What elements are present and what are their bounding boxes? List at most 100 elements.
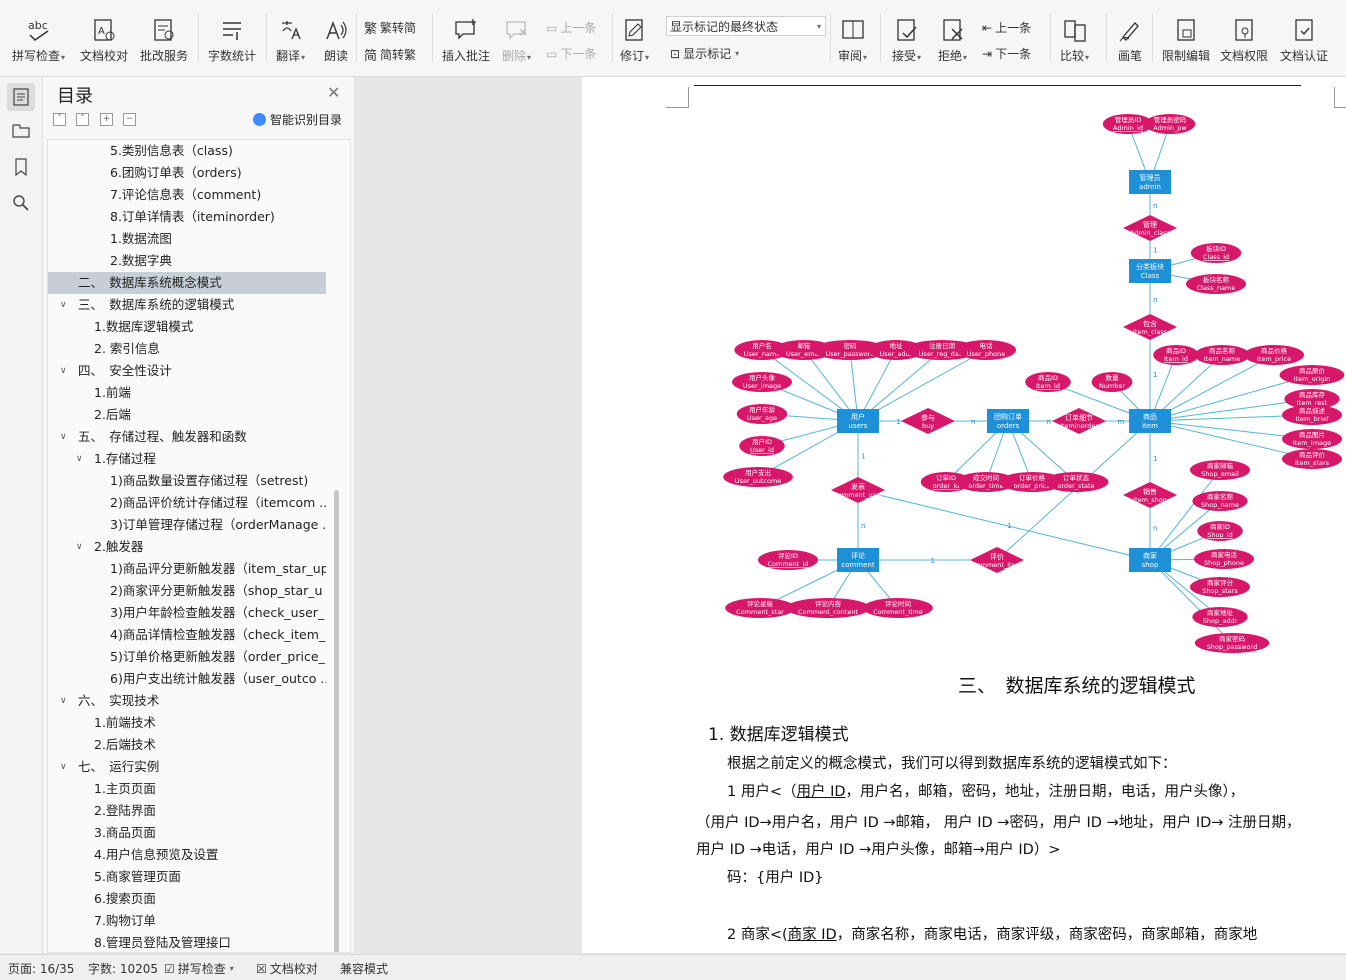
toc-item[interactable]: 3)订单管理存储过程（orderManage ...: [48, 514, 326, 536]
toc-item[interactable]: 2.后端技术: [48, 734, 326, 756]
next-change-button[interactable]: ⇥ 下一条: [982, 45, 1031, 62]
word-count-button[interactable]: 字数统计: [208, 16, 256, 64]
toc-item[interactable]: 2.登陆界面: [48, 800, 326, 822]
expand-arrow-icon[interactable]: ∨: [76, 448, 83, 470]
cardinality-label: 1: [1153, 247, 1157, 255]
prev-change-button[interactable]: ⇤ 上一条: [982, 19, 1031, 36]
expand-arrow-icon[interactable]: ∨: [60, 294, 67, 316]
toc-item[interactable]: ∨ 2.触发器: [48, 536, 326, 558]
toc-panel-icon[interactable]: [7, 83, 35, 111]
attribute-label: 评论星级: [747, 599, 774, 608]
restrict-edit-button[interactable]: 限制编辑: [1162, 16, 1210, 64]
status-doc-check[interactable]: ☒ 文档校对: [256, 960, 318, 977]
toc-list: 5.类别信息表（class) 6.团购订单表（orders) 7.评论信息表（com…: [47, 139, 351, 953]
toc-item[interactable]: ∨ 六、 实现技术: [48, 690, 326, 712]
toc-item[interactable]: 7.购物订单: [48, 910, 326, 932]
toc-item-label: 2.后端技术: [94, 737, 156, 752]
relationship-label: Iteminorder: [1060, 422, 1098, 430]
reject-button[interactable]: 拒绝▾: [938, 16, 967, 64]
doc-cert-button[interactable]: 文档认证: [1280, 16, 1328, 64]
toc-item[interactable]: 1.主页页面: [48, 778, 326, 800]
doc-check-button[interactable]: A 文档校对: [80, 16, 128, 64]
toc-item[interactable]: 1)商品评分更新触发器（item_star_up ...: [48, 558, 326, 580]
expand-up-icon[interactable]: ˄: [76, 113, 89, 126]
relationship-label: Admin_class: [1130, 229, 1171, 237]
toc-item[interactable]: 1.前端: [48, 382, 326, 404]
toc-item[interactable]: 8.订单详情表（iteminorder): [48, 206, 326, 228]
delete-comment-button[interactable]: 删除▾: [502, 16, 531, 64]
attribute-label: 商品评价: [1299, 450, 1326, 459]
prev-comment-button[interactable]: ▭ 上一条: [546, 19, 596, 36]
toc-item[interactable]: 2)商家评分更新触发器（shop_star_u ...: [48, 580, 326, 602]
toc-item[interactable]: 1.数据流图: [48, 228, 326, 250]
search-icon[interactable]: [7, 189, 35, 217]
toc-item[interactable]: ∨ 五、 存储过程、触发器和函数: [48, 426, 326, 448]
toc-item[interactable]: 1)商品数量设置存储过程（setrest): [48, 470, 326, 492]
batch-service-button[interactable]: 批改服务: [140, 16, 188, 64]
word-count-label: 字数统计: [208, 49, 257, 63]
toc-item[interactable]: 8.管理员登陆及管理接口: [48, 932, 326, 952]
add-entry-icon[interactable]: +: [100, 113, 113, 126]
toc-item[interactable]: 3.商品页面: [48, 822, 326, 844]
toc-item[interactable]: 6.搜索页面: [48, 888, 326, 910]
toc-item[interactable]: 2.数据字典: [48, 250, 326, 272]
toc-item[interactable]: ∨ 三、 数据库系统的逻辑模式: [48, 294, 326, 316]
show-markup-button[interactable]: ⊡ 显示标记 ▾: [670, 45, 739, 62]
read-aloud-icon: [322, 16, 350, 44]
simp-to-trad-button[interactable]: 简简转繁: [364, 45, 416, 64]
review-button[interactable]: 审阅▾: [838, 16, 867, 64]
revise-button[interactable]: 修订▾: [620, 16, 649, 64]
toc-item[interactable]: 1.数据库逻辑模式: [48, 316, 326, 338]
insert-comment-button[interactable]: 插入批注: [442, 16, 490, 64]
toc-item[interactable]: ∨ 1.存储过程: [48, 448, 326, 470]
word-count-indicator[interactable]: 字数: 10205: [88, 960, 158, 977]
toc-item-label: 2. 索引信息: [94, 341, 160, 356]
next-comment-button[interactable]: ▭ 下一条: [546, 45, 596, 62]
read-aloud-button[interactable]: 朗读: [322, 16, 350, 64]
navigation-icon[interactable]: [7, 117, 35, 145]
remove-entry-icon[interactable]: −: [123, 113, 136, 126]
status-spellcheck[interactable]: ☑ 拼写检查 ▾: [164, 960, 234, 977]
expand-arrow-icon[interactable]: ∨: [60, 426, 67, 448]
attribute-label: Shop_id: [1207, 531, 1233, 539]
toc-item[interactable]: 6.团购订单表（orders): [48, 162, 326, 184]
expand-arrow-icon[interactable]: ∨: [60, 360, 67, 382]
pen-button[interactable]: 画笔: [1116, 16, 1144, 64]
entity-label: 用户: [851, 412, 865, 421]
toc-item[interactable]: 5)订单价格更新触发器（order_price_ ...: [48, 646, 326, 668]
toc-item-label: 七、 运行实例: [78, 759, 160, 774]
expand-arrow-icon[interactable]: ∨: [76, 536, 83, 558]
toc-item[interactable]: ∨ 七、 运行实例: [48, 756, 326, 778]
expand-arrow-icon[interactable]: ∨: [60, 690, 67, 712]
doc-permission-button[interactable]: 文档权限: [1220, 16, 1268, 64]
toc-item[interactable]: ∨ 四、 安全性设计: [48, 360, 326, 382]
toc-item[interactable]: 2.后端: [48, 404, 326, 426]
toc-item[interactable]: 4)商品详情检查触发器（check_item_ ...: [48, 624, 326, 646]
spellcheck-button[interactable]: abc 拼写检查▾: [12, 16, 65, 64]
toc-item[interactable]: 2. 索引信息: [48, 338, 326, 360]
compare-button[interactable]: 比较▾: [1060, 16, 1089, 64]
toc-item[interactable]: 4.用户信息预览及设置: [48, 844, 326, 866]
cardinality-label: m: [1118, 418, 1125, 426]
toc-item-label: 五、 存储过程、触发器和函数: [78, 429, 247, 444]
trad-to-simp-button[interactable]: 繁繁转简: [364, 18, 416, 37]
toc-item[interactable]: 5.类别信息表（class): [48, 140, 326, 162]
expand-arrow-icon[interactable]: ∨: [60, 756, 67, 778]
toc-item[interactable]: 1.前端技术: [48, 712, 326, 734]
toc-item[interactable]: 6)用户支出统计触发器（user_outco ...: [48, 668, 326, 690]
accept-button[interactable]: 接受▾: [892, 16, 921, 64]
bookmark-icon[interactable]: [7, 153, 35, 181]
toc-scrollbar[interactable]: [334, 490, 339, 952]
toc-item[interactable]: 7.评论信息表（comment): [48, 184, 326, 206]
smart-toc-button[interactable]: 智能识别目录: [253, 111, 342, 128]
toc-item[interactable]: 2)商品评价统计存储过程（itemcom ...: [48, 492, 326, 514]
collapse-all-icon[interactable]: ˅: [53, 113, 66, 126]
translate-button[interactable]: 翻译▾: [276, 16, 305, 64]
toc-item[interactable]: 3)用户年龄检查触发器（check_user_ ...: [48, 602, 326, 624]
toc-item[interactable]: 二、 数据库系统概念模式: [48, 272, 326, 294]
markup-state-select[interactable]: 显示标记的最终状态 ▾: [666, 16, 826, 36]
close-icon[interactable]: ✕: [327, 83, 340, 102]
toc-item-label: 7.购物订单: [94, 913, 156, 928]
page-indicator[interactable]: 页面: 16/35: [8, 960, 74, 977]
toc-item[interactable]: 5.商家管理页面: [48, 866, 326, 888]
